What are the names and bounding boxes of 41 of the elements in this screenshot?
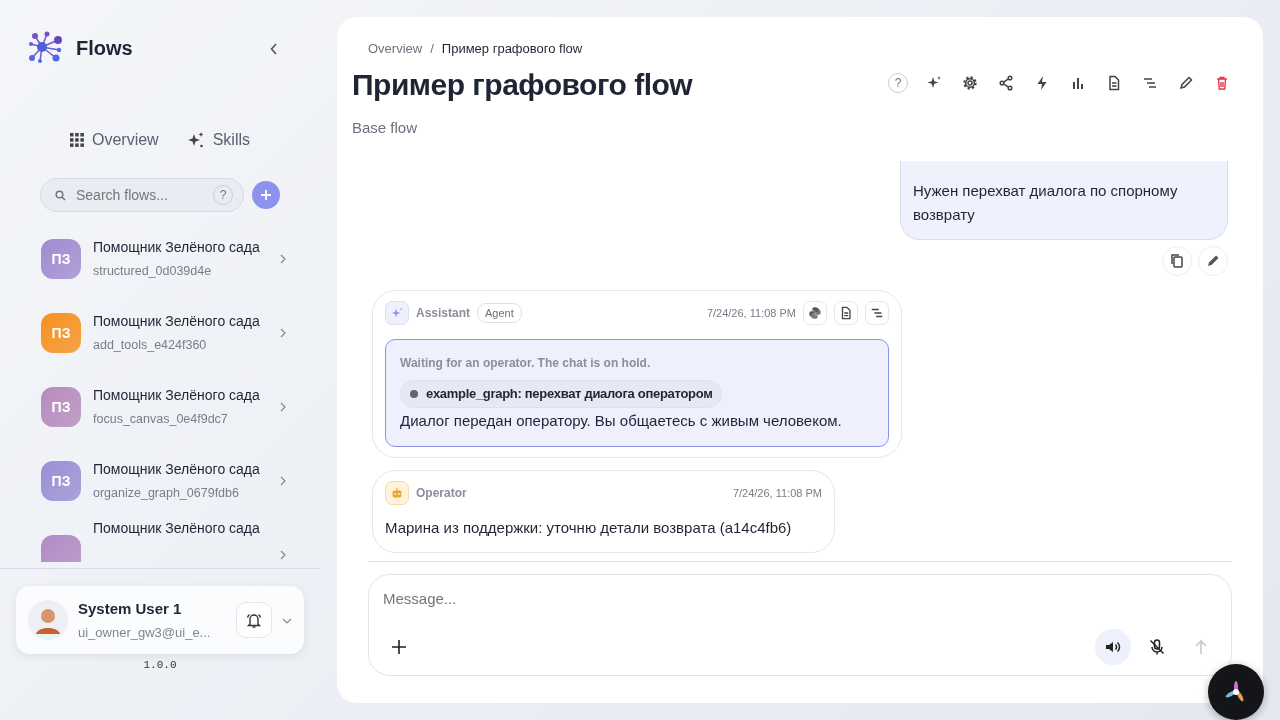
flow-title: Помощник Зелёного сада — [93, 312, 260, 332]
app-title: Flows — [76, 36, 133, 61]
flow-list-item[interactable]: ПЗ Помощник Зелёного сада focus_canvas_0e4f9dc7 — [0, 370, 320, 444]
flow-avatar: ПЗ — [41, 387, 81, 427]
message-text: Марина из поддержки: уточню детали возврата (a14c4fb6) — [385, 518, 793, 538]
flow-avatar: ПЗ — [41, 461, 81, 501]
user-name: System User 1 — [78, 598, 183, 619]
flow-id: structured_0d039d4e — [93, 263, 213, 281]
flow-list-item[interactable]: ПЗ Помощник Зелёного сада organize_graph_0679fdb6 — [0, 444, 320, 518]
page-title: Пример графового flow — [352, 66, 693, 103]
flow-avatar: ПЗ — [41, 239, 81, 279]
graph-step-label: example_graph: перехват диалога оператором — [426, 385, 713, 403]
nav-link[interactable]: Overview — [70, 128, 159, 152]
flow-title: Помощник Зелёного сада — [93, 460, 260, 480]
user-message: Нужен перехват диалога по спорному возврату — [900, 161, 1228, 240]
breadcrumb-link[interactable]: Overview — [368, 39, 423, 59]
breadcrumb-separator: / — [430, 40, 434, 58]
user-email: ui_owner_gw3@ui_e... — [78, 624, 211, 642]
breadcrumb-current: Пример графового flow — [441, 40, 583, 58]
message-time: 7/24/26, 11:08 PM — [732, 485, 822, 501]
flow-title: Помощник Зелёного сада — [93, 386, 260, 406]
page-subtitle: Base flow — [352, 117, 419, 138]
flow-list-item[interactable]: ПЗ Помощник Зелёного сада structured_0d039d4e — [0, 222, 320, 296]
message-text: Диалог передан оператору. Вы общаетесь с живым человеком. — [400, 410, 843, 431]
search-field[interactable]: Search flows... ? — [40, 178, 244, 212]
version-label: 1.0.0 — [142, 658, 178, 673]
message-time: 7/24/26, 11:08 PM — [706, 305, 796, 321]
agent-tag: Agent — [477, 302, 522, 324]
flow-id: organize_graph_0679fdb6 — [93, 485, 240, 503]
author-name: Assistant — [416, 305, 471, 322]
flow-avatar: ПЗ — [41, 313, 81, 353]
author-name: Operator — [416, 485, 467, 502]
nav-link[interactable]: Skills — [186, 128, 250, 152]
flow-list-item[interactable]: ПЗ Помощник Зелёного сада add_tools_e424f360 — [0, 296, 320, 370]
user-card[interactable]: System User 1 ui_owner_gw3@ui_e... — [16, 586, 304, 654]
flow-title: Помощник Зелёного сада — [93, 238, 260, 258]
flow-title: Помощник Зелёного сада — [93, 519, 260, 538]
hold-notice: Waiting for an operator. The chat is on hold. — [400, 355, 652, 372]
flow-list-item[interactable]: Помощник Зелёного сада — [0, 518, 320, 562]
flow-id: focus_canvas_0e4f9dc7 — [93, 411, 229, 429]
flow-id: add_tools_e424f360 — [93, 337, 208, 355]
